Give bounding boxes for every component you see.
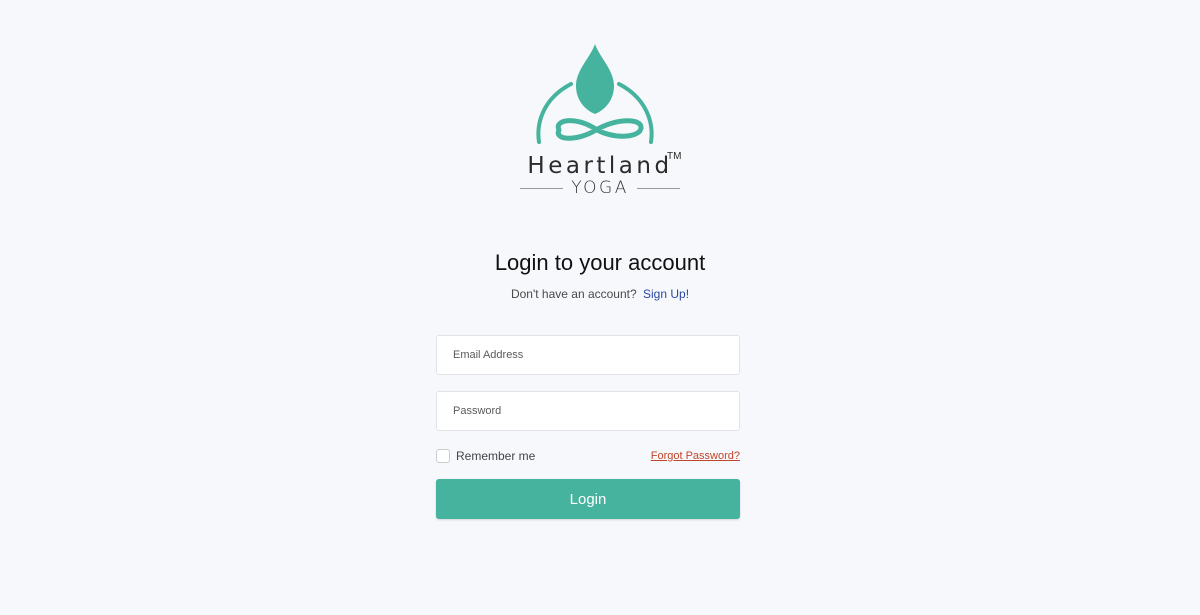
forgot-password-link[interactable]: Forgot Password? (651, 450, 740, 462)
remember-me-checkbox[interactable] (436, 449, 450, 463)
remember-me-option[interactable]: Remember me (436, 449, 535, 463)
brand-logo: Heartland TM YOGA (514, 40, 686, 200)
brand-subtitle-row: YOGA (520, 178, 681, 198)
divider (520, 187, 564, 189)
yoga-meditation-logo-icon (536, 44, 654, 144)
password-field[interactable] (436, 391, 740, 431)
email-field[interactable] (436, 335, 740, 375)
brand-name: Heartland (527, 153, 673, 179)
divider (636, 187, 681, 189)
page-title: Login to your account (494, 250, 706, 275)
signup-prompt-text: Don't have an account? (510, 287, 637, 301)
trademark-mark: TM (667, 151, 682, 162)
brand-subtitle: YOGA (571, 178, 629, 198)
signup-link[interactable]: Sign Up! (643, 287, 689, 301)
login-page: Heartland TM YOGA Login to your account … (0, 0, 1200, 615)
remember-me-label: Remember me (456, 449, 536, 463)
signup-prompt: Don't have an account? Sign Up! (0, 287, 1200, 301)
login-button[interactable]: Login (436, 479, 740, 519)
